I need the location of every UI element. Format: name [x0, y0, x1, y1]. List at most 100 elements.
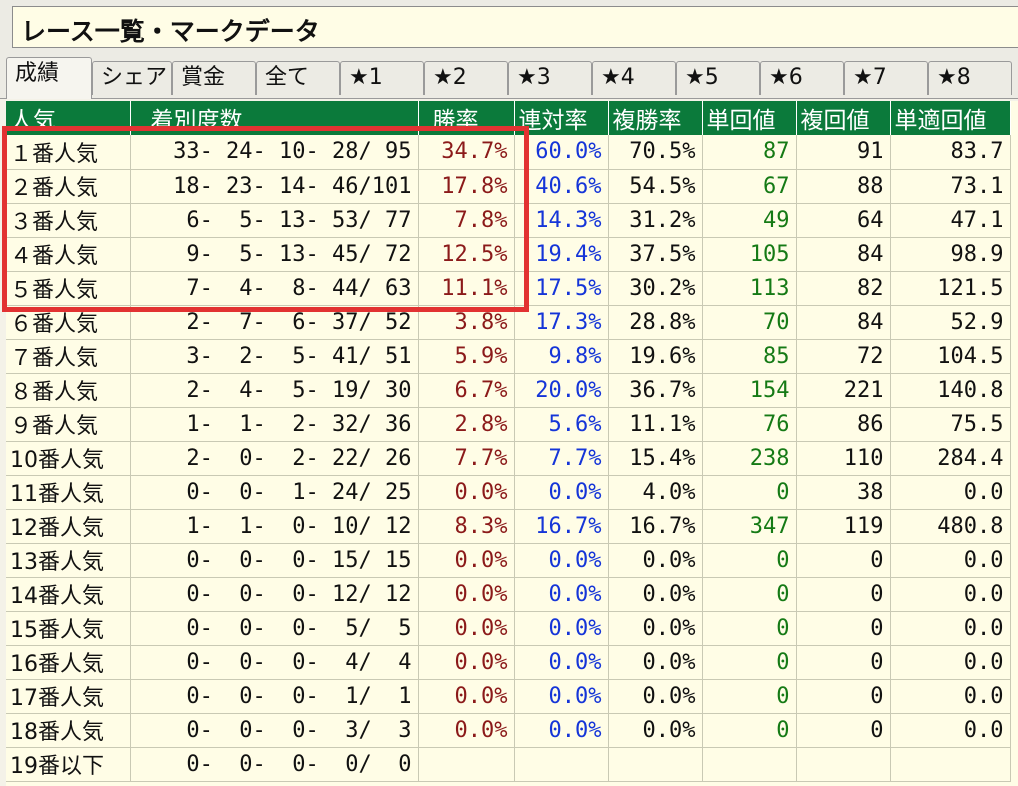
adj-win-return-cell[interactable]: 0.0 [890, 645, 1011, 680]
col-header-record[interactable]: 着別度数 [130, 101, 419, 135]
table-row[interactable]: 18番人気 0- 0- 0- 3/ 3 0.0% 0.0% 0.0% 0 0 0.0 [6, 713, 1011, 748]
win-rate-cell[interactable]: 5.9% [418, 339, 515, 374]
popularity-cell[interactable]: 15番人気 [6, 611, 131, 646]
win-return-cell[interactable]: 0 [702, 543, 797, 578]
adj-win-return-cell[interactable]: 0.0 [890, 577, 1011, 612]
record-cell[interactable]: 18- 23- 14- 46/101 [130, 169, 419, 204]
table-row[interactable]: 14番人気 0- 0- 0- 12/ 12 0.0% 0.0% 0.0% 0 0 0.0 [6, 577, 1011, 612]
place-return-cell[interactable]: 0 [796, 645, 891, 680]
tab-star-7[interactable]: ★7 [844, 61, 928, 95]
quinella-rate-cell[interactable]: 17.5% [514, 271, 609, 306]
place-return-cell[interactable]: 88 [796, 169, 891, 204]
record-cell[interactable]: 0- 0- 0- 15/ 15 [130, 543, 419, 578]
popularity-cell[interactable]: ２番人気 [6, 169, 131, 204]
adj-win-return-cell[interactable]: 83.7 [890, 135, 1011, 170]
place-rate-cell[interactable]: 0.0% [608, 577, 703, 612]
col-header-adj-win-return[interactable]: 単適回値 [890, 101, 1011, 135]
place-rate-cell[interactable]: 0.0% [608, 611, 703, 646]
quinella-rate-cell[interactable]: 19.4% [514, 237, 609, 272]
record-cell[interactable]: 1- 1- 2- 32/ 36 [130, 407, 419, 442]
win-rate-cell[interactable]: 12.5% [418, 237, 515, 272]
adj-win-return-cell[interactable]: 98.9 [890, 237, 1011, 272]
table-row[interactable]: ３番人気 6- 5- 13- 53/ 77 7.8% 14.3% 31.2% 49 64 47… [6, 203, 1011, 238]
popularity-cell[interactable]: 17番人気 [6, 679, 131, 714]
win-return-cell[interactable]: 0 [702, 611, 797, 646]
popularity-cell[interactable]: ６番人気 [6, 305, 131, 340]
popularity-cell[interactable]: ３番人気 [6, 203, 131, 238]
win-rate-cell[interactable]: 3.8% [418, 305, 515, 340]
quinella-rate-cell[interactable]: 0.0% [514, 475, 609, 510]
place-rate-cell[interactable]: 0.0% [608, 543, 703, 578]
table-row[interactable]: 15番人気 0- 0- 0- 5/ 5 0.0% 0.0% 0.0% 0 0 0.0 [6, 611, 1011, 646]
popularity-cell[interactable]: ４番人気 [6, 237, 131, 272]
place-rate-cell[interactable]: 0.0% [608, 645, 703, 680]
adj-win-return-cell[interactable] [890, 747, 1011, 782]
win-rate-cell[interactable]: 7.8% [418, 203, 515, 238]
record-cell[interactable]: 0- 0- 0- 1/ 1 [130, 679, 419, 714]
popularity-cell[interactable]: 11番人気 [6, 475, 131, 510]
place-return-cell[interactable]: 64 [796, 203, 891, 238]
quinella-rate-cell[interactable]: 17.3% [514, 305, 609, 340]
table-row[interactable]: 10番人気 2- 0- 2- 22/ 26 7.7% 7.7% 15.4% 238 110 2… [6, 441, 1011, 476]
quinella-rate-cell[interactable]: 16.7% [514, 509, 609, 544]
table-row[interactable]: 16番人気 0- 0- 0- 4/ 4 0.0% 0.0% 0.0% 0 0 0.0 [6, 645, 1011, 680]
place-return-cell[interactable]: 86 [796, 407, 891, 442]
tab-star-1[interactable]: ★1 [340, 61, 424, 95]
place-return-cell[interactable]: 0 [796, 543, 891, 578]
place-rate-cell[interactable]: 28.8% [608, 305, 703, 340]
win-return-cell[interactable]: 0 [702, 577, 797, 612]
place-rate-cell[interactable]: 0.0% [608, 679, 703, 714]
quinella-rate-cell[interactable]: 0.0% [514, 679, 609, 714]
record-cell[interactable]: 7- 4- 8- 44/ 63 [130, 271, 419, 306]
table-row[interactable]: ５番人気 7- 4- 8- 44/ 63 11.1% 17.5% 30.2% 113 82 1… [6, 271, 1011, 306]
place-return-cell[interactable]: 84 [796, 237, 891, 272]
win-return-cell[interactable]: 85 [702, 339, 797, 374]
table-row[interactable]: ８番人気 2- 4- 5- 19/ 30 6.7% 20.0% 36.7% 154 221 1… [6, 373, 1011, 408]
table-row[interactable]: 19番以下 0- 0- 0- 0/ 0 [6, 747, 1011, 782]
popularity-cell[interactable]: 14番人気 [6, 577, 131, 612]
popularity-cell[interactable]: ８番人気 [6, 373, 131, 408]
place-rate-cell[interactable] [608, 747, 703, 782]
place-rate-cell[interactable]: 54.5% [608, 169, 703, 204]
record-cell[interactable]: 2- 4- 5- 19/ 30 [130, 373, 419, 408]
place-return-cell[interactable]: 38 [796, 475, 891, 510]
tab-star-4[interactable]: ★4 [592, 61, 676, 95]
place-return-cell[interactable]: 110 [796, 441, 891, 476]
quinella-rate-cell[interactable]: 9.8% [514, 339, 609, 374]
quinella-rate-cell[interactable]: 60.0% [514, 135, 609, 170]
adj-win-return-cell[interactable]: 104.5 [890, 339, 1011, 374]
win-rate-cell[interactable]: 17.8% [418, 169, 515, 204]
adj-win-return-cell[interactable]: 480.8 [890, 509, 1011, 544]
record-cell[interactable]: 1- 1- 0- 10/ 12 [130, 509, 419, 544]
quinella-rate-cell[interactable] [514, 747, 609, 782]
quinella-rate-cell[interactable]: 0.0% [514, 543, 609, 578]
place-return-cell[interactable] [796, 747, 891, 782]
win-return-cell[interactable]: 49 [702, 203, 797, 238]
record-cell[interactable]: 3- 2- 5- 41/ 51 [130, 339, 419, 374]
win-rate-cell[interactable]: 6.7% [418, 373, 515, 408]
win-return-cell[interactable]: 105 [702, 237, 797, 272]
record-cell[interactable]: 0- 0- 0- 0/ 0 [130, 747, 419, 782]
record-cell[interactable]: 0- 0- 0- 12/ 12 [130, 577, 419, 612]
adj-win-return-cell[interactable]: 0.0 [890, 543, 1011, 578]
win-rate-cell[interactable]: 8.3% [418, 509, 515, 544]
adj-win-return-cell[interactable]: 284.4 [890, 441, 1011, 476]
win-rate-cell[interactable]: 0.0% [418, 475, 515, 510]
adj-win-return-cell[interactable]: 47.1 [890, 203, 1011, 238]
win-return-cell[interactable]: 347 [702, 509, 797, 544]
tab-star-5[interactable]: ★5 [676, 61, 760, 95]
place-rate-cell[interactable]: 15.4% [608, 441, 703, 476]
place-return-cell[interactable]: 82 [796, 271, 891, 306]
col-header-quinella-rate[interactable]: 連対率 [514, 101, 609, 135]
record-cell[interactable]: 0- 0- 0- 4/ 4 [130, 645, 419, 680]
quinella-rate-cell[interactable]: 40.6% [514, 169, 609, 204]
win-return-cell[interactable]: 87 [702, 135, 797, 170]
win-return-cell[interactable]: 0 [702, 713, 797, 748]
col-header-place-return[interactable]: 複回値 [796, 101, 891, 135]
table-row[interactable]: ９番人気 1- 1- 2- 32/ 36 2.8% 5.6% 11.1% 76 86 75.5 [6, 407, 1011, 442]
popularity-cell[interactable]: ７番人気 [6, 339, 131, 374]
place-rate-cell[interactable]: 70.5% [608, 135, 703, 170]
win-return-cell[interactable]: 67 [702, 169, 797, 204]
popularity-cell[interactable]: 10番人気 [6, 441, 131, 476]
record-cell[interactable]: 2- 7- 6- 37/ 52 [130, 305, 419, 340]
